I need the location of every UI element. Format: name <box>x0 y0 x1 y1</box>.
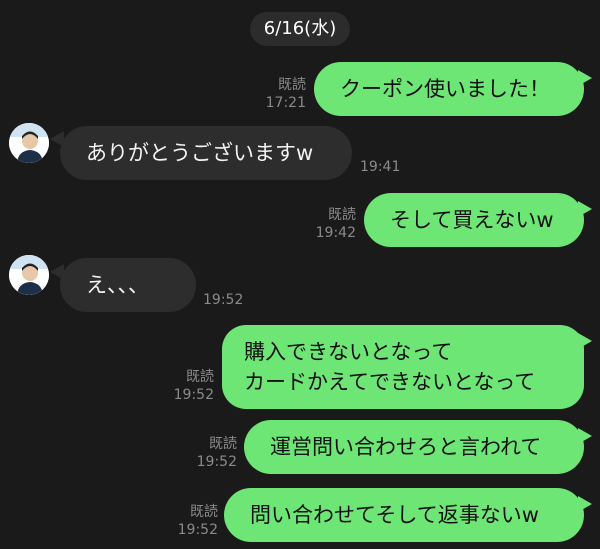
message-time: 19:52 <box>203 292 244 308</box>
date-separator: 6/16(水) <box>250 12 350 46</box>
message-text: クーポン使いました！ <box>340 77 550 101</box>
chat-bubble-outgoing[interactable]: 運営問い合わせろと言われて <box>244 420 584 474</box>
message-meta: 既読 19:52 <box>168 503 218 539</box>
message-text: 購入できないとなって カードかえてできないとなって <box>244 340 536 394</box>
chat-bubble-outgoing[interactable]: 購入できないとなって カードかえてできないとなって <box>222 325 584 409</box>
read-receipt: 既読 <box>190 504 218 520</box>
message-time: 19:52 <box>173 387 214 403</box>
message-time: 19:52 <box>177 522 218 538</box>
message-time: 19:42 <box>315 225 356 241</box>
message-meta: 既読 19:42 <box>306 206 356 242</box>
message-text: 運営問い合わせろと言われて <box>270 435 542 459</box>
read-receipt: 既読 <box>209 436 237 452</box>
read-receipt: 既読 <box>328 207 356 223</box>
message-time: 19:41 <box>360 159 401 175</box>
message-meta: 既読 19:52 <box>187 435 237 471</box>
message-text: そして買えないw <box>390 208 554 232</box>
read-receipt: 既読 <box>278 77 306 93</box>
message-text: 問い合わせてそして返事ないw <box>250 503 539 527</box>
message-time: 17:21 <box>265 95 306 111</box>
chat-bubble-outgoing[interactable]: そして買えないw <box>364 193 584 247</box>
person-avatar-icon <box>9 123 49 163</box>
read-receipt: 既読 <box>186 369 214 385</box>
message-meta: 既読 19:52 <box>164 368 214 404</box>
chat-bubble-incoming[interactable]: ありがとうございますw <box>60 126 352 180</box>
avatar[interactable] <box>9 255 49 295</box>
chat-bubble-incoming[interactable]: え、、、 <box>60 258 196 312</box>
chat-bubble-outgoing[interactable]: 問い合わせてそして返事ないw <box>224 488 584 542</box>
message-meta: 既読 17:21 <box>256 76 306 112</box>
chat-bubble-outgoing[interactable]: クーポン使いました！ <box>314 62 584 116</box>
message-time: 19:52 <box>196 454 237 470</box>
message-text: え、、、 <box>86 273 149 297</box>
message-text: ありがとうございますw <box>86 141 314 165</box>
avatar[interactable] <box>9 123 49 163</box>
person-avatar-icon <box>9 255 49 295</box>
